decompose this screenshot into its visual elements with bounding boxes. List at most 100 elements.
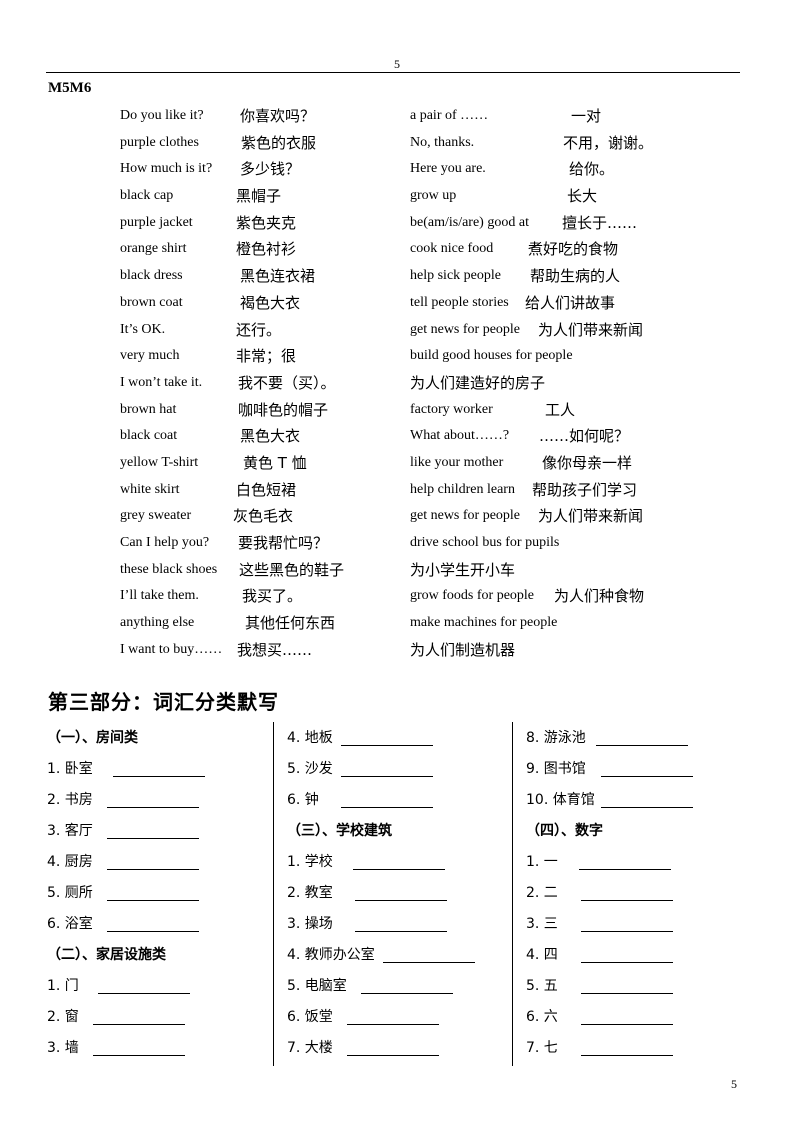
column-divider [512, 722, 513, 1066]
english-phrase: I won’t take it. [120, 374, 203, 390]
answer-blank[interactable] [98, 993, 190, 994]
answer-blank[interactable] [383, 962, 475, 963]
vocab-row: grow up 长大 [410, 184, 597, 211]
dictation-prompt: 10. 体育馆 [526, 792, 595, 808]
dictation-item: 2. 窗 [47, 1006, 185, 1037]
answer-blank[interactable] [601, 776, 693, 777]
category-heading: （二）、家居设施类 [47, 944, 166, 975]
vocab-row: purple jacket 紫色夹克 [120, 211, 296, 238]
answer-blank[interactable] [581, 962, 673, 963]
dictation-item: 4. 教师办公室 [287, 944, 475, 975]
answer-blank[interactable] [581, 993, 673, 994]
header-page-number: 5 [394, 57, 400, 71]
answer-blank[interactable] [347, 1055, 439, 1056]
dictation-item: 5. 厕所 [47, 882, 199, 913]
answer-blank[interactable] [93, 1024, 185, 1025]
answer-blank[interactable] [355, 931, 447, 932]
vocab-list-left: Do you like it? 你喜欢吗？ purple clothes 紫色的衣服 H… [120, 104, 344, 664]
vocab-row: 为小学生开小车 [410, 558, 573, 585]
answer-blank[interactable] [601, 807, 693, 808]
dictation-item: 5. 沙发 [287, 758, 433, 789]
answer-blank[interactable] [107, 869, 199, 870]
column-divider [273, 722, 274, 1066]
english-phrase: help sick people [410, 268, 501, 284]
vocab-row: black cap 黑帽子 [120, 184, 281, 211]
vocab-row: black dress 黑色连衣裙 [120, 264, 315, 291]
vocab-list-right: a pair of …… 一对 No, thanks. 不用，谢谢。 Here you … [410, 104, 653, 664]
chinese-translation: 非常；很 [236, 347, 297, 366]
answer-blank[interactable] [93, 1055, 185, 1056]
chinese-translation: 给你。 [569, 160, 615, 179]
dictation-prompt: 2. 书房 [47, 792, 93, 808]
dictation-prompt: 3. 操场 [287, 916, 333, 932]
answer-blank[interactable] [341, 807, 433, 808]
dictation-prompt: 3. 三 [526, 916, 558, 932]
vocab-row: Here you are. 给你。 [410, 157, 614, 184]
english-phrase: I want to buy…… [120, 641, 223, 657]
answer-blank[interactable] [581, 1055, 673, 1056]
dictation-prompt: 3. 墙 [47, 1040, 79, 1056]
chinese-translation: 这些黑色的鞋子 [239, 560, 345, 579]
vocab-row: factory worker 工人 [410, 398, 575, 425]
category-heading: （四）、数字 [526, 820, 603, 851]
english-phrase: grey sweater [120, 508, 192, 524]
dictation-item: 1. 门 [47, 975, 190, 1006]
english-phrase: white skirt [120, 481, 180, 497]
dictation-item: 1. 一 [526, 851, 671, 882]
answer-blank[interactable] [581, 900, 673, 901]
chinese-translation: 黑帽子 [236, 187, 282, 206]
dictation-prompt: 9. 图书馆 [526, 761, 586, 777]
english-phrase: purple clothes [120, 134, 199, 150]
answer-blank[interactable] [581, 931, 673, 932]
vocab-row: be(am/is/are) good at 擅长于…… [410, 211, 637, 238]
dictation-prompt: 7. 七 [526, 1040, 558, 1056]
category-heading-text: （一）、房间类 [47, 730, 138, 746]
answer-blank[interactable] [341, 745, 433, 746]
english-phrase: cook nice food [410, 241, 494, 257]
chinese-translation: 白色短裙 [236, 480, 297, 499]
english-phrase: tell people stories [410, 294, 509, 310]
answer-blank[interactable] [341, 776, 433, 777]
english-phrase: Do you like it? [120, 108, 204, 123]
answer-blank[interactable] [107, 838, 199, 839]
dictation-prompt: 5. 电脑室 [287, 978, 347, 994]
dictation-item: 5. 电脑室 [287, 975, 453, 1006]
answer-blank[interactable] [581, 1024, 673, 1025]
chinese-translation: ……如何呢？ [539, 427, 630, 446]
vocab-row: help children learn 帮助孩子们学习 [410, 478, 637, 505]
vocab-row: like your mother 像你母亲一样 [410, 451, 632, 478]
unit-title: M5M6 [48, 80, 92, 96]
vocab-row: I won’t take it. 我不要（买）。 [120, 371, 336, 398]
answer-blank[interactable] [113, 776, 205, 777]
answer-blank[interactable] [107, 931, 199, 932]
chinese-translation: 煮好吃的食物 [528, 240, 619, 259]
answer-blank[interactable] [355, 900, 447, 901]
answer-blank[interactable] [347, 1024, 439, 1025]
dictation-item: 2. 教室 [287, 882, 447, 913]
chinese-translation: 像你母亲一样 [542, 453, 633, 472]
english-phrase: very much [120, 348, 180, 364]
answer-blank[interactable] [361, 993, 453, 994]
chinese-translation: 为人们制造机器 [410, 640, 516, 659]
dictation-item: 3. 操场 [287, 913, 447, 944]
english-phrase: How much is it? [120, 161, 213, 177]
category-heading: （三）、学校建筑 [287, 820, 392, 851]
vocab-row: Do you like it? 你喜欢吗？ [120, 104, 315, 131]
chinese-translation: 给人们讲故事 [525, 293, 616, 312]
answer-blank[interactable] [579, 869, 671, 870]
answer-blank[interactable] [353, 869, 445, 870]
chinese-translation: 要我帮忙吗？ [238, 534, 329, 552]
answer-blank[interactable] [107, 900, 199, 901]
english-phrase: make machines for people [410, 615, 558, 631]
dictation-prompt: 5. 五 [526, 978, 558, 994]
dictation-item: 1. 学校 [287, 851, 445, 882]
chinese-translation: 为人们带来新闻 [538, 320, 644, 339]
answer-blank[interactable] [596, 745, 688, 746]
answer-blank[interactable] [107, 807, 199, 808]
dictation-item: 4. 地板 [287, 727, 433, 758]
category-column-1: （一）、房间类 1. 卧室 2. 书房 3. 客厅 4. 厨房 5. 厕所 6. 浴室 （二）… [47, 727, 205, 1068]
english-phrase: orange shirt [120, 241, 187, 257]
dictation-prompt: 3. 客厅 [47, 823, 93, 839]
chinese-translation: 其他任何东西 [245, 614, 336, 633]
vocab-row: get news for people 为人们带来新闻 [410, 504, 643, 531]
